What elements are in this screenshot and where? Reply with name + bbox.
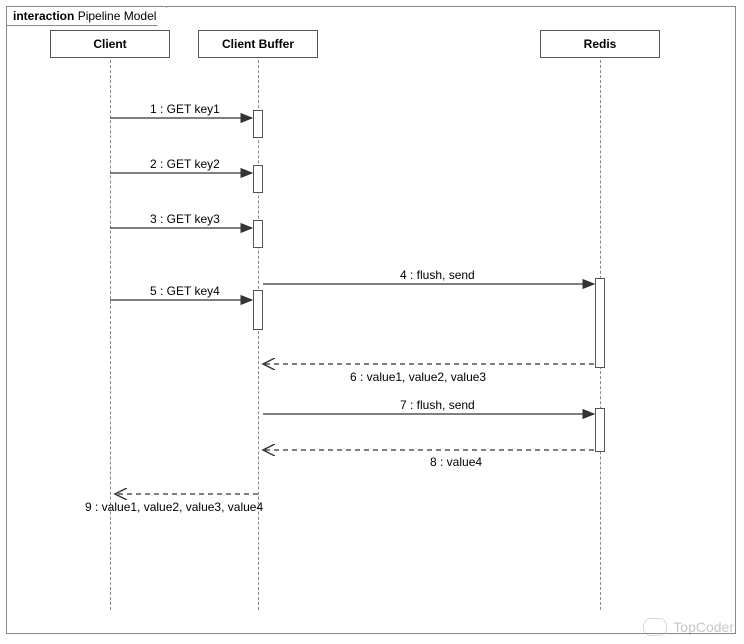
lifeline-client-buffer [258, 60, 259, 610]
sequence-frame: interaction Pipeline Model [6, 6, 736, 634]
activation-buffer-2 [253, 165, 263, 193]
activation-redis-2 [595, 408, 605, 452]
participant-client: Client [50, 30, 170, 58]
frame-title: interaction Pipeline Model [6, 6, 167, 26]
watermark-text: TopCoder [673, 619, 734, 635]
msg-6-label: 6 : value1, value2, value3 [350, 370, 486, 384]
msg-2-label: 2 : GET key2 [150, 157, 220, 171]
speech-bubble-icon [643, 618, 667, 636]
activation-buffer-5 [253, 290, 263, 330]
watermark: TopCoder [643, 618, 734, 636]
activation-buffer-1 [253, 110, 263, 138]
msg-3-label: 3 : GET key3 [150, 212, 220, 226]
msg-4-label: 4 : flush, send [400, 268, 475, 282]
msg-5-label: 5 : GET key4 [150, 284, 220, 298]
msg-7-label: 7 : flush, send [400, 398, 475, 412]
lifeline-client [110, 60, 111, 610]
activation-redis-1 [595, 278, 605, 368]
participant-client-buffer: Client Buffer [198, 30, 318, 58]
msg-1-label: 1 : GET key1 [150, 102, 220, 116]
msg-8-label: 8 : value4 [430, 455, 482, 469]
participant-redis: Redis [540, 30, 660, 58]
frame-name: Pipeline Model [78, 9, 157, 23]
msg-9-label: 9 : value1, value2, value3, value4 [85, 500, 263, 514]
frame-keyword: interaction [13, 9, 74, 23]
activation-buffer-3 [253, 220, 263, 248]
